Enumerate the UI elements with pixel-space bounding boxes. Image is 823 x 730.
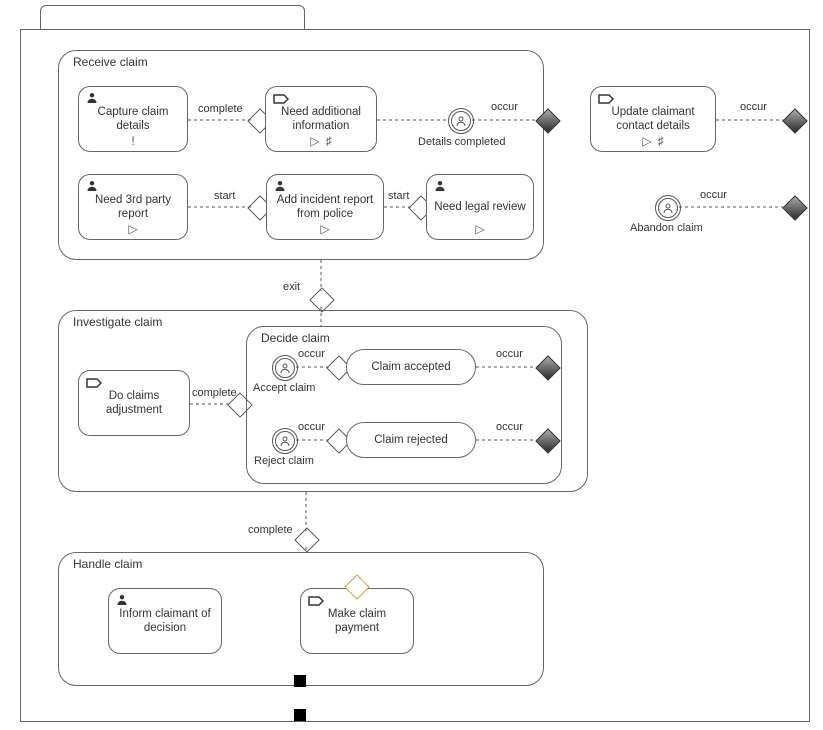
tag-icon xyxy=(273,94,289,104)
user-icon xyxy=(86,92,98,104)
task-needinfo-text: Need additional information xyxy=(270,105,372,134)
task-inform-text: Inform claimant of decision xyxy=(113,607,217,636)
lane-receive-label: Receive claim xyxy=(73,55,148,69)
lane-decide-label: Decide claim xyxy=(261,331,330,345)
event-reject-claim[interactable] xyxy=(272,428,298,454)
task-need-3rd-party[interactable]: Need 3rd party report ▷ xyxy=(78,174,188,240)
task-3rd-text: Need 3rd party report xyxy=(83,193,183,222)
user-icon xyxy=(86,180,98,192)
edge-occur-upd: occur xyxy=(740,101,767,113)
task-legal-text: Need legal review xyxy=(434,200,525,214)
marker-row: ▷ ♯ xyxy=(266,135,376,147)
tag-icon xyxy=(308,596,324,606)
task-do-claims-adjustment[interactable]: Do claims adjustment xyxy=(78,370,190,436)
state-accepted-text: Claim accepted xyxy=(371,361,450,373)
task-adjust-text: Do claims adjustment xyxy=(83,389,185,418)
task-need-legal-review[interactable]: Need legal review ▷ xyxy=(426,174,534,240)
edge-start2: start xyxy=(388,190,409,202)
edge-complete3: complete xyxy=(248,524,293,536)
event-details-completed[interactable] xyxy=(448,108,474,134)
edge-occur-c: occur xyxy=(298,421,325,433)
task-incident-text: Add incident report from police xyxy=(271,193,379,222)
edge-occur-d: occur xyxy=(496,421,523,433)
task-add-incident-report[interactable]: Add incident report from police ▷ xyxy=(266,174,384,240)
event-accept-claim[interactable] xyxy=(272,355,298,381)
marker-exclaim: ! xyxy=(131,135,134,147)
event-accept-label: Accept claim xyxy=(253,382,315,394)
marker-square-2 xyxy=(294,709,306,721)
task-payment-text: Make claim payment xyxy=(305,607,409,636)
lane-investigate-label: Investigate claim xyxy=(73,315,162,329)
lane-handle-label: Handle claim xyxy=(73,557,142,571)
play-marker-icon: ▷ xyxy=(642,135,651,147)
state-claim-accepted[interactable]: Claim accepted xyxy=(346,349,476,385)
edge-occur-b: occur xyxy=(496,348,523,360)
person-icon xyxy=(279,435,291,447)
bpmn-diagram: Receive claim Capture claim details ! co… xyxy=(0,0,823,730)
task-need-additional-info[interactable]: Need additional information ▷ ♯ xyxy=(265,86,377,152)
person-icon xyxy=(279,362,291,374)
tag-icon xyxy=(598,94,614,104)
edge-exit: exit xyxy=(283,281,300,293)
user-icon xyxy=(116,594,128,606)
edge-occur-ab: occur xyxy=(700,189,727,201)
person-icon xyxy=(455,115,467,127)
play-marker-icon: ▷ xyxy=(320,223,329,235)
edge-occur1: occur xyxy=(491,101,518,113)
task-capture-text: Capture claim details xyxy=(83,105,183,134)
state-claim-rejected[interactable]: Claim rejected xyxy=(346,422,476,458)
event-abandon-claim[interactable] xyxy=(655,195,681,221)
user-icon xyxy=(274,180,286,192)
edge-occur-a: occur xyxy=(298,348,325,360)
play-marker-icon: ▷ xyxy=(128,223,137,235)
task-inform-claimant[interactable]: Inform claimant of decision xyxy=(108,588,222,654)
edge-start1: start xyxy=(214,190,235,202)
task-update-text: Update claimant contact details xyxy=(595,105,711,134)
play-marker-icon: ▷ xyxy=(310,135,319,147)
event-abandon-label: Abandon claim xyxy=(630,222,703,234)
task-capture-claim-details[interactable]: Capture claim details ! xyxy=(78,86,188,152)
task-update-contact-details[interactable]: Update claimant contact details ▷ ♯ xyxy=(590,86,716,152)
parallel-marker-icon: ♯ xyxy=(326,135,332,147)
marker-square-1 xyxy=(294,675,306,687)
parallel-marker-icon: ♯ xyxy=(658,135,664,147)
pool-tab xyxy=(40,5,305,29)
state-rejected-text: Claim rejected xyxy=(374,434,448,446)
event-reject-label: Reject claim xyxy=(254,455,314,467)
play-marker-icon: ▷ xyxy=(475,223,484,235)
edge-complete2: complete xyxy=(192,387,237,399)
edge-complete1: complete xyxy=(198,103,243,115)
tag-icon xyxy=(86,378,102,388)
marker-row: ! xyxy=(79,135,187,147)
event-details-completed-label: Details completed xyxy=(418,136,505,148)
person-icon xyxy=(662,202,674,214)
user-icon xyxy=(434,180,446,192)
